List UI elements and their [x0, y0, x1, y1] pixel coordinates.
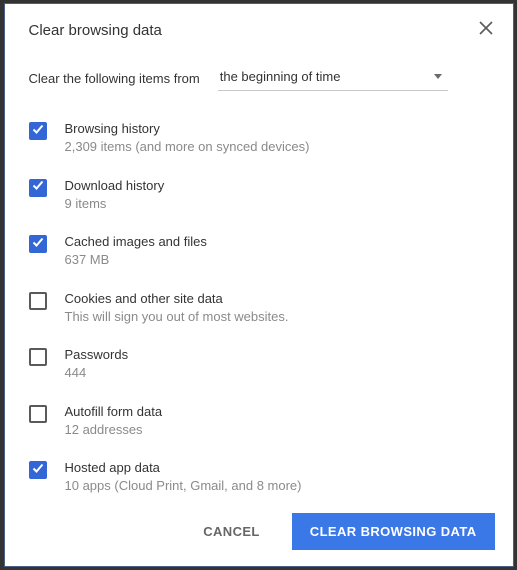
checkbox-autofill[interactable]	[29, 405, 47, 423]
option-text: Download history 9 items	[65, 178, 165, 213]
options-list: Browsing history 2,309 items (and more on…	[5, 101, 513, 501]
cancel-button[interactable]: CANCEL	[185, 513, 278, 550]
dialog-header: Clear browsing data	[5, 4, 513, 47]
option-text: Passwords 444	[65, 347, 129, 382]
option-title: Hosted app data	[65, 460, 302, 475]
checkbox-cached-images[interactable]	[29, 235, 47, 253]
option-hosted-app: Hosted app data 10 apps (Cloud Print, Gma…	[29, 450, 489, 501]
option-title: Cookies and other site data	[65, 291, 289, 306]
close-button[interactable]	[479, 24, 493, 38]
option-browsing-history: Browsing history 2,309 items (and more on…	[29, 111, 489, 168]
close-icon	[479, 21, 493, 40]
option-autofill: Autofill form data 12 addresses	[29, 394, 489, 451]
option-title: Browsing history	[65, 121, 310, 136]
chevron-down-icon	[434, 74, 442, 79]
option-text: Autofill form data 12 addresses	[65, 404, 163, 439]
option-subtitle: 637 MB	[65, 251, 207, 269]
timeframe-prefix-label: Clear the following items from	[29, 71, 200, 86]
checkmark-icon	[31, 178, 45, 197]
option-cookies: Cookies and other site data This will sig…	[29, 281, 489, 338]
option-subtitle: 12 addresses	[65, 421, 163, 439]
timeframe-row: Clear the following items from the begin…	[5, 47, 513, 101]
option-cached-images: Cached images and files 637 MB	[29, 224, 489, 281]
checkbox-cookies[interactable]	[29, 292, 47, 310]
option-subtitle: 2,309 items (and more on synced devices)	[65, 138, 310, 156]
option-text: Cookies and other site data This will sig…	[65, 291, 289, 326]
checkbox-passwords[interactable]	[29, 348, 47, 366]
option-subtitle: 10 apps (Cloud Print, Gmail, and 8 more)	[65, 477, 302, 495]
option-text: Hosted app data 10 apps (Cloud Print, Gma…	[65, 460, 302, 495]
clear-browsing-data-dialog: Clear browsing data Clear the following …	[4, 3, 514, 567]
option-passwords: Passwords 444	[29, 337, 489, 394]
option-subtitle: This will sign you out of most websites.	[65, 308, 289, 326]
option-subtitle: 444	[65, 364, 129, 382]
dialog-footer: CANCEL CLEAR BROWSING DATA	[5, 501, 513, 566]
clear-browsing-data-button[interactable]: CLEAR BROWSING DATA	[292, 513, 495, 550]
timeframe-dropdown[interactable]: the beginning of time	[218, 65, 448, 91]
checkbox-hosted-app[interactable]	[29, 461, 47, 479]
dialog-title: Clear browsing data	[29, 22, 162, 39]
option-download-history: Download history 9 items	[29, 168, 489, 225]
option-title: Passwords	[65, 347, 129, 362]
option-title: Download history	[65, 178, 165, 193]
checkbox-download-history[interactable]	[29, 179, 47, 197]
option-title: Cached images and files	[65, 234, 207, 249]
option-text: Browsing history 2,309 items (and more on…	[65, 121, 310, 156]
checkbox-browsing-history[interactable]	[29, 122, 47, 140]
option-subtitle: 9 items	[65, 195, 165, 213]
option-title: Autofill form data	[65, 404, 163, 419]
timeframe-selected-value: the beginning of time	[220, 69, 341, 84]
checkmark-icon	[31, 122, 45, 141]
checkmark-icon	[31, 235, 45, 254]
checkmark-icon	[31, 461, 45, 480]
option-text: Cached images and files 637 MB	[65, 234, 207, 269]
